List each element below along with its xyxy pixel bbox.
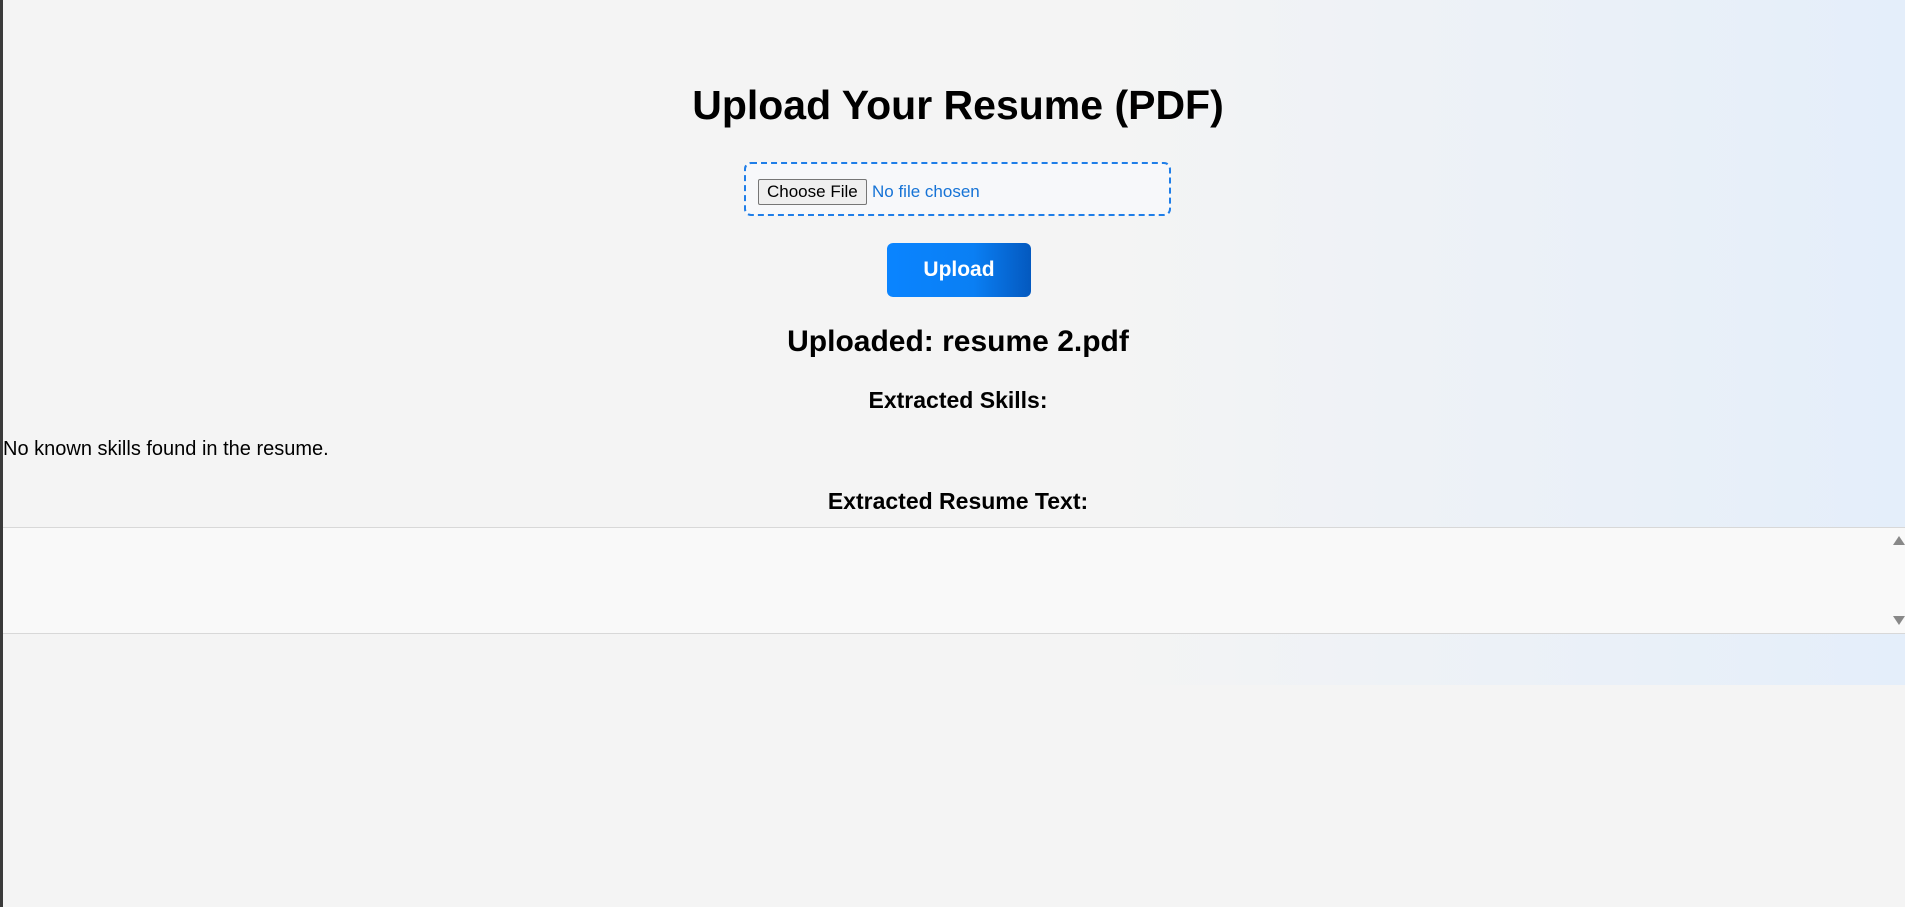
file-status-text: No file chosen bbox=[872, 182, 980, 201]
uploaded-file-label: Uploaded: resume 2.pdf bbox=[787, 325, 1129, 358]
upload-button[interactable]: Upload bbox=[887, 243, 1031, 297]
resume-text-scrollbar[interactable] bbox=[1893, 527, 1905, 634]
scroll-up-arrow-icon[interactable] bbox=[1893, 536, 1905, 545]
scroll-down-arrow-icon[interactable] bbox=[1893, 616, 1905, 625]
page-title: Upload Your Resume (PDF) bbox=[692, 82, 1224, 128]
skills-message: No known skills found in the resume. bbox=[3, 438, 329, 460]
choose-file-button[interactable]: Choose File bbox=[758, 179, 867, 205]
resume-text-area[interactable] bbox=[3, 527, 1905, 634]
file-drop-area[interactable]: Choose File No file chosen bbox=[744, 162, 1171, 216]
page-content: Upload Your Resume (PDF) Choose File No … bbox=[3, 0, 1905, 907]
extracted-skills-heading: Extracted Skills: bbox=[868, 387, 1048, 413]
extracted-text-heading: Extracted Resume Text: bbox=[827, 488, 1089, 514]
